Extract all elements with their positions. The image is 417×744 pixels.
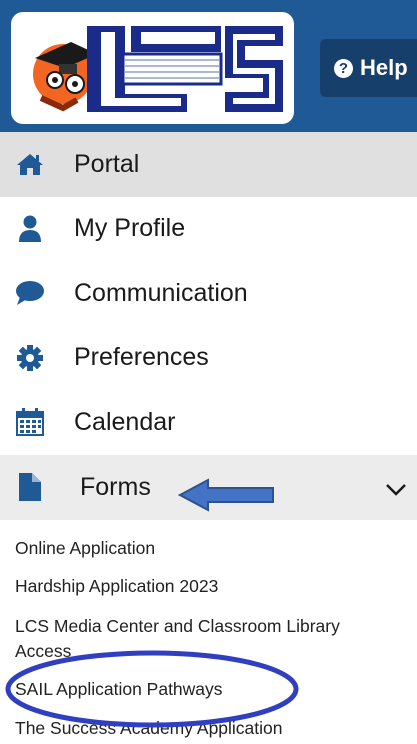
submenu-link-success-academy[interactable]: The Success Academy Application — [15, 718, 283, 739]
sidebar-item-label: Calendar — [74, 407, 176, 436]
annotation-arrow-icon — [178, 478, 274, 512]
header-bar: ? Help — [0, 0, 417, 132]
gear-icon — [15, 343, 45, 373]
sidebar-item-label: Portal — [74, 149, 140, 178]
sidebar-item-preferences[interactable]: Preferences — [0, 325, 417, 390]
sidebar-item-portal[interactable]: Portal — [0, 132, 417, 197]
sidebar-item-label: Preferences — [74, 343, 209, 372]
sidebar-nav: Portal My Profile Communication Preferen… — [0, 132, 417, 520]
sidebar-item-label: Communication — [74, 278, 248, 307]
sidebar-item-communication[interactable]: Communication — [0, 261, 417, 326]
submenu-link-sail-pathways[interactable]: SAIL Application Pathways — [15, 679, 223, 700]
home-icon — [15, 149, 45, 179]
question-circle-icon: ? — [334, 58, 353, 78]
lcs-logo-graphic — [33, 26, 283, 112]
submenu-link-hardship-application[interactable]: Hardship Application 2023 — [15, 576, 218, 597]
calendar-icon — [15, 407, 45, 437]
chevron-down-icon[interactable] — [385, 475, 407, 504]
sidebar-item-label: Forms — [80, 472, 151, 501]
logo[interactable] — [11, 12, 294, 124]
user-icon — [15, 214, 45, 244]
submenu-link-media-center-cont[interactable]: Access — [15, 641, 71, 662]
submenu-link-media-center[interactable]: LCS Media Center and Classroom Library — [15, 616, 340, 637]
file-icon — [15, 472, 45, 502]
chat-icon — [15, 278, 45, 308]
help-button[interactable]: ? Help — [320, 39, 417, 97]
sidebar-item-label: My Profile — [74, 214, 186, 243]
submenu-link-online-application[interactable]: Online Application — [15, 538, 155, 559]
sidebar-item-my-profile[interactable]: My Profile — [0, 196, 417, 261]
help-label: Help — [360, 55, 408, 80]
sidebar-item-calendar[interactable]: Calendar — [0, 390, 417, 455]
